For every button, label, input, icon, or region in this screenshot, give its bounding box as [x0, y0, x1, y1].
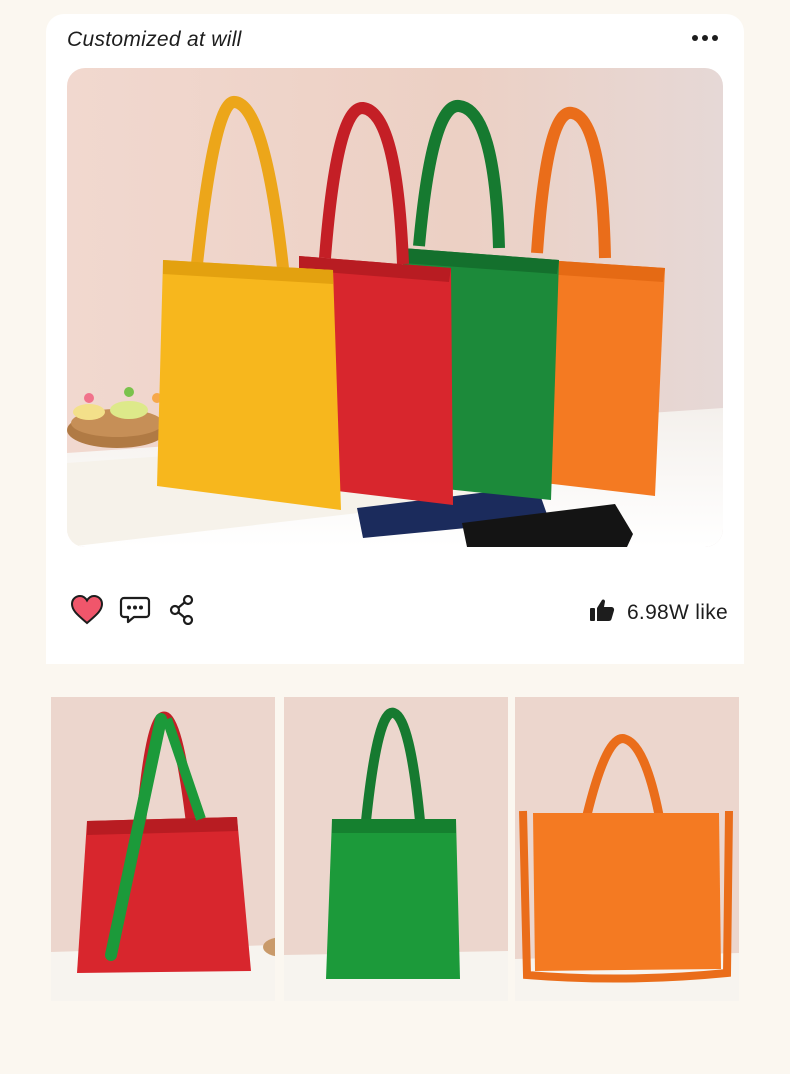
heart-icon[interactable]	[70, 593, 104, 627]
product-gallery	[51, 697, 739, 1001]
likes-text: 6.98W like	[626, 600, 728, 624]
hero-image	[67, 68, 723, 547]
gallery-image-red-tote[interactable]	[51, 697, 275, 1001]
post-card: Customized at will 6.98W like	[46, 14, 744, 664]
more-horizontal-icon[interactable]	[690, 30, 720, 46]
thumbs-up-icon	[589, 598, 615, 627]
share-icon[interactable]	[166, 593, 200, 627]
gallery-image-orange-tote[interactable]	[515, 697, 739, 1001]
likes-count[interactable]: 6.98W like	[589, 598, 728, 627]
comment-icon[interactable]	[118, 593, 152, 627]
post-title: Customized at will	[67, 28, 242, 51]
post-actions	[70, 592, 200, 628]
gallery-image-green-tote[interactable]	[284, 697, 508, 1001]
